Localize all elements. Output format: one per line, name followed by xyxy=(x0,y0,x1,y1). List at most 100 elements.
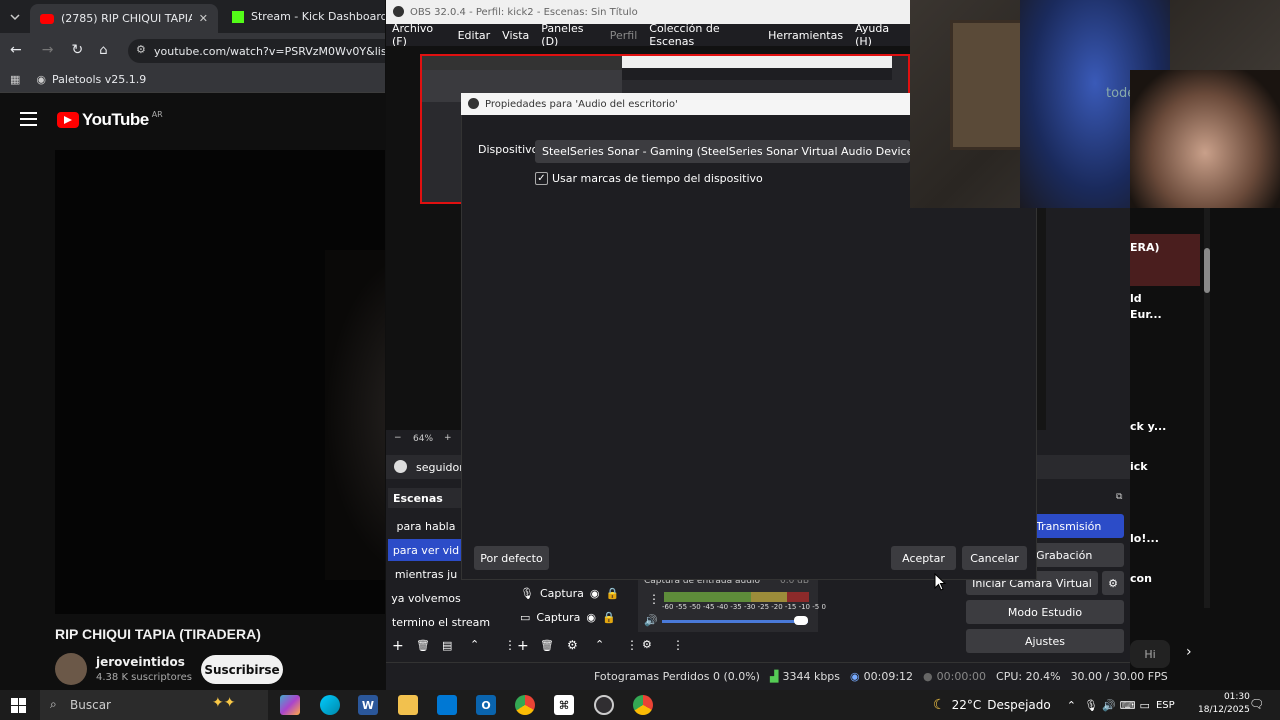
menu-archivo[interactable]: Archivo (F) xyxy=(386,22,452,48)
volume-tray-icon[interactable]: 🔊 xyxy=(1102,699,1116,712)
rec-title-5[interactable]: ick xyxy=(1130,460,1148,473)
tab-search-icon[interactable] xyxy=(8,11,22,23)
move-up-icon[interactable]: ⌃ xyxy=(470,638,479,651)
outlook-icon[interactable]: O xyxy=(476,695,496,715)
tab-kick[interactable]: Stream - Kick Dashboard xyxy=(222,0,385,33)
notifications-icon[interactable]: 🗨 xyxy=(1249,697,1264,711)
volume-slider[interactable] xyxy=(662,620,808,623)
menu-perfil[interactable]: Perfil xyxy=(604,29,644,42)
start-recording-button[interactable]: Grabación xyxy=(1026,543,1124,567)
dock-float-icon[interactable]: ⧉ xyxy=(1116,492,1122,502)
scene-item[interactable]: para habla xyxy=(388,515,464,537)
back-icon[interactable]: ← xyxy=(10,42,22,58)
rec-title-7[interactable]: con xyxy=(1130,572,1152,585)
close-tab-icon[interactable]: ✕ xyxy=(199,12,208,25)
site-info-icon[interactable]: ⚙ xyxy=(136,43,146,56)
edge-icon[interactable] xyxy=(320,695,340,715)
store-icon[interactable] xyxy=(437,695,457,715)
remove-source-icon[interactable]: 🗑 xyxy=(540,639,554,652)
bookmark-paletools[interactable]: Paletools v25.1.9 xyxy=(52,73,146,86)
volume-slider-handle[interactable] xyxy=(794,616,808,625)
add-source-icon[interactable]: + xyxy=(517,638,529,654)
mixer-settings-gear-icon[interactable]: ⚙ xyxy=(642,638,652,651)
rec-title-1[interactable]: ERA) xyxy=(1130,241,1160,254)
studio-mode-button[interactable]: Modo Estudio xyxy=(966,600,1124,624)
file-explorer-icon[interactable] xyxy=(398,695,418,715)
menu-coleccion[interactable]: Colección de Escenas xyxy=(643,22,762,48)
reload-icon[interactable]: ↻ xyxy=(71,42,83,58)
clock[interactable]: 01:30 18/12/2025 xyxy=(1198,691,1250,717)
menu-editar[interactable]: Editar xyxy=(452,29,497,42)
rec-title-4[interactable]: ck y... xyxy=(1130,420,1166,433)
speaker-icon[interactable]: 🔊 xyxy=(644,614,658,627)
visibility-eye-icon[interactable]: ◉ xyxy=(586,611,596,624)
channel-avatar[interactable] xyxy=(55,653,87,685)
video-player[interactable] xyxy=(55,150,385,614)
language-indicator[interactable]: ESP xyxy=(1156,700,1175,711)
mouse-cursor-icon xyxy=(934,573,946,591)
remove-scene-icon[interactable]: 🗑 xyxy=(416,639,430,652)
start-streaming-button[interactable]: Transmisión xyxy=(1026,514,1124,538)
weather-desc[interactable]: Despejado xyxy=(987,698,1051,712)
word-icon[interactable]: W xyxy=(358,695,378,715)
chevron-up-icon[interactable]: ⌃ xyxy=(1067,699,1076,712)
obs-taskbar-icon[interactable] xyxy=(594,695,614,715)
menu-herramientas[interactable]: Herramientas xyxy=(762,29,849,42)
apps-grid-icon[interactable]: ▦ xyxy=(10,73,20,86)
windows-start-icon[interactable] xyxy=(11,698,26,713)
lock-icon[interactable]: 🔒 xyxy=(602,611,616,624)
mixer-menu-icon[interactable]: ⋮ xyxy=(672,638,684,652)
source-up-icon[interactable]: ⌃ xyxy=(595,638,604,651)
youtube-logo[interactable]: YouTube AR xyxy=(57,110,163,130)
source-row[interactable]: ▭ Captura ◉ 🔒 xyxy=(516,606,630,628)
cancel-button[interactable]: Cancelar xyxy=(962,546,1027,570)
timestamp-checkbox-label[interactable]: Usar marcas de tiempo del dispositivo xyxy=(552,172,763,185)
source-settings-gear-icon[interactable]: ⚙ xyxy=(567,638,578,652)
chevron-right-icon[interactable]: › xyxy=(1186,644,1192,660)
chrome-icon[interactable] xyxy=(633,695,653,715)
capcut-icon[interactable]: ⌘ xyxy=(554,695,574,715)
url-field[interactable]: ⚙ youtube.com/watch?v=PSRVzM0Wv0Y&list=W xyxy=(128,39,385,63)
keyboard-tray-icon[interactable]: ⌨ xyxy=(1120,699,1136,712)
rec-title-3[interactable]: Eur... xyxy=(1130,308,1162,321)
visibility-eye-icon[interactable]: ◉ xyxy=(590,587,600,600)
device-select[interactable]: SteelSeries Sonar - Gaming (SteelSeries … xyxy=(535,140,910,163)
microphone-tray-icon[interactable]: 🎙 xyxy=(1084,699,1098,712)
menu-hamburger-icon[interactable] xyxy=(20,112,37,126)
source-row[interactable]: 🎙 Captura ◉ 🔒 xyxy=(516,582,630,604)
timestamp-checkbox[interactable]: ✓ xyxy=(535,172,548,185)
taskbar-search[interactable]: ⌕ Buscar ✦✦ xyxy=(40,690,268,720)
scene-item[interactable]: mientras ju xyxy=(388,563,464,585)
menu-paneles[interactable]: Paneles (D) xyxy=(535,22,603,48)
sidebar-scrollbar[interactable] xyxy=(1204,208,1210,608)
settings-button[interactable]: Ajustes xyxy=(966,629,1124,653)
ok-button[interactable]: Aceptar xyxy=(891,546,956,570)
menu-ayuda[interactable]: Ayuda (H) xyxy=(849,22,910,48)
subscribe-button[interactable]: Suscribirse xyxy=(201,655,283,684)
defaults-button[interactable]: Por defecto xyxy=(474,546,549,570)
weather-temp[interactable]: 22°C xyxy=(952,698,982,712)
channel-name[interactable]: jeroveintidos xyxy=(96,655,185,669)
tab-youtube[interactable]: (2785) RIP CHIQUI TAPIA (TIRADERA) ✕ xyxy=(30,4,218,33)
virtual-camera-gear-icon[interactable]: ⚙ xyxy=(1102,571,1124,595)
copilot-icon[interactable] xyxy=(280,695,300,715)
add-scene-icon[interactable]: + xyxy=(392,638,404,654)
display-tray-icon[interactable]: ▭ xyxy=(1140,699,1150,712)
scene-menu-icon[interactable]: ⋮ xyxy=(504,638,516,652)
scene-item-selected[interactable]: para ver vid xyxy=(388,539,464,561)
filter-icon[interactable]: ▤ xyxy=(442,639,452,652)
forward-icon[interactable]: → xyxy=(42,42,54,58)
lock-icon[interactable]: 🔒 xyxy=(606,587,620,600)
mixer-menu-icon[interactable]: ⋮ xyxy=(648,592,660,606)
chip-filter[interactable]: Hi xyxy=(1130,640,1170,668)
home-icon[interactable]: ⌂ xyxy=(99,43,107,58)
scene-item[interactable]: termino el stream xyxy=(388,611,494,633)
sources-menu-icon[interactable]: ⋮ xyxy=(626,638,638,652)
zoom-out-icon[interactable]: − xyxy=(394,433,402,443)
chrome-icon[interactable] xyxy=(515,695,535,715)
rec-title-6[interactable]: lo!... xyxy=(1130,532,1159,545)
menu-vista[interactable]: Vista xyxy=(496,29,535,42)
zoom-in-icon[interactable]: + xyxy=(444,433,452,443)
rec-title-2[interactable]: ld xyxy=(1130,292,1142,305)
scene-item[interactable]: ya volvemos xyxy=(388,587,464,609)
